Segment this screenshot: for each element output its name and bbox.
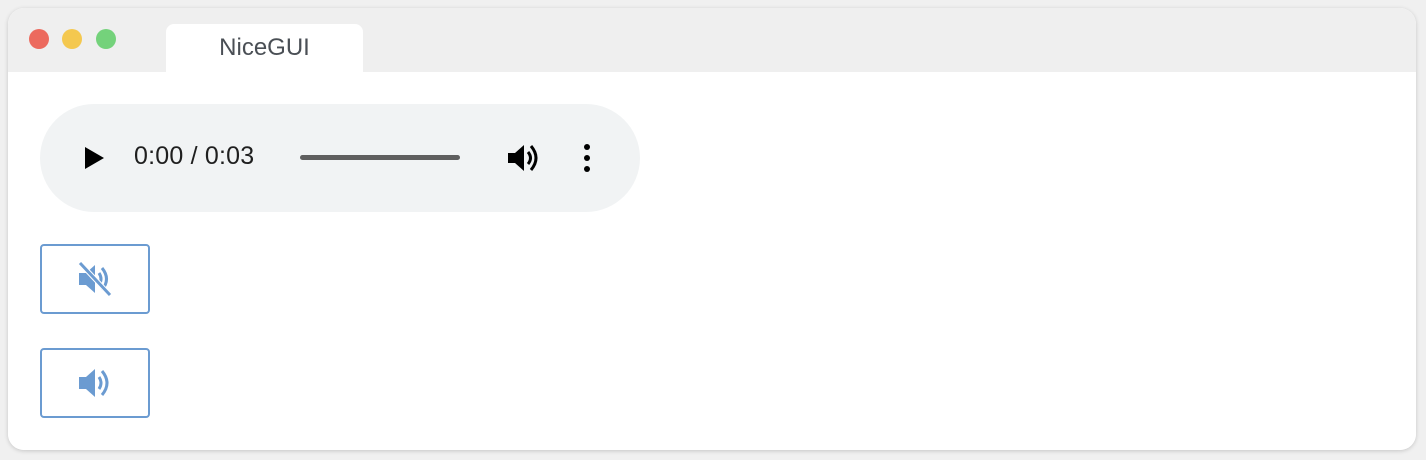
page-content: 0:00 / 0:03	[8, 72, 1416, 450]
volume-icon	[508, 145, 538, 171]
more-options-button[interactable]	[577, 142, 597, 174]
volume-button[interactable]	[506, 142, 542, 174]
minimize-window-button[interactable]	[62, 29, 82, 49]
play-icon	[85, 147, 104, 169]
volume-up-icon	[79, 369, 109, 397]
unmute-button[interactable]	[40, 348, 150, 418]
play-button[interactable]	[80, 144, 108, 172]
tab-title: NiceGUI	[219, 34, 310, 61]
zoom-window-button[interactable]	[96, 29, 116, 49]
more-vert-icon	[584, 144, 590, 172]
browser-window: NiceGUI 0:00 / 0:03	[8, 8, 1416, 450]
tab-nicegui[interactable]: NiceGUI	[166, 24, 363, 72]
mute-button[interactable]	[40, 244, 150, 314]
close-window-button[interactable]	[29, 29, 49, 49]
audio-player: 0:00 / 0:03	[40, 104, 640, 212]
time-display: 0:00 / 0:03	[134, 142, 255, 170]
title-bar: NiceGUI	[8, 8, 1416, 72]
seek-slider[interactable]	[300, 155, 460, 160]
volume-off-icon	[78, 261, 112, 297]
